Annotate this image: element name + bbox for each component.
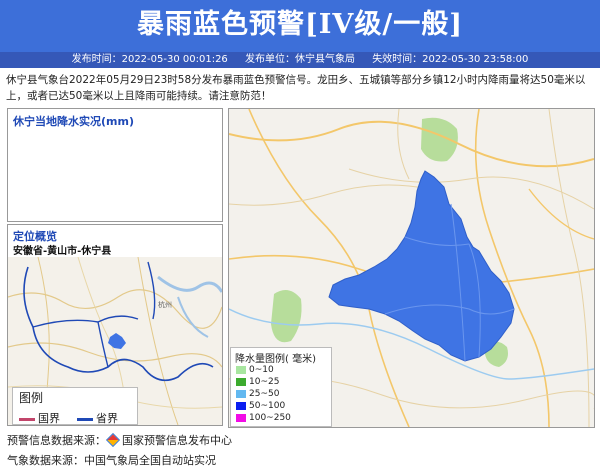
rainfall-swatch <box>236 413 246 422</box>
rainfall-swatch <box>236 365 246 374</box>
location-region: 安徽省-黄山市-休宁县 <box>13 246 112 257</box>
rainfall-legend-row: 25~50 <box>236 389 279 399</box>
overview-legend-title: 图例 <box>19 391 44 405</box>
rainfall-swatch <box>236 377 246 386</box>
rainfall-range-label: 25~50 <box>249 389 280 399</box>
rainfall-legend-title: 降水量图例( 毫米) <box>235 354 316 365</box>
location-overview-panel: 定位概览 安徽省-黄山市-休宁县 杭州 南昌 图例 国界 省界 <box>7 224 223 426</box>
rainfall-legend-row: 10~25 <box>236 377 279 387</box>
warning-center-logo-icon <box>105 432 121 448</box>
legend-item-national: 国界 <box>19 410 60 425</box>
national-border-swatch <box>19 417 35 421</box>
overview-legend: 图例 国界 省界 <box>12 387 138 425</box>
rainfall-legend-row: 0~10 <box>236 365 274 375</box>
warning-banner: 暴雨蓝色预警[IV级/一般] <box>0 0 600 52</box>
legend-label-national: 国界 <box>38 412 60 425</box>
weather-source-line: 气象数据来源：中国气象局全国自动站实况 <box>7 454 216 467</box>
rainfall-legend: 降水量图例( 毫米) 0~10 10~25 25~50 50~100 100~2… <box>230 347 332 427</box>
legend-label-province: 省界 <box>96 412 118 425</box>
rain-panel-title: 休宁当地降水实况(mm) <box>13 115 134 128</box>
warning-source-name: 国家预警信息发布中心 <box>122 434 232 447</box>
svg-text:杭州: 杭州 <box>158 300 172 309</box>
rainfall-range-label: 100~250 <box>249 413 291 423</box>
warning-source-label: 预警信息数据来源： <box>7 434 106 447</box>
rainfall-range-label: 10~25 <box>249 377 280 387</box>
publish-time: 发布时间：2022-05-30 00:01:26 <box>71 54 228 65</box>
rainfall-range-label: 50~100 <box>249 401 286 411</box>
warning-title: 暴雨蓝色预警[IV级/一般] <box>137 9 463 40</box>
rainfall-swatch <box>236 401 246 410</box>
rainfall-swatch <box>236 389 246 398</box>
rainfall-legend-row: 100~250 <box>236 413 291 423</box>
province-border-swatch <box>77 417 93 421</box>
rainfall-legend-row: 50~100 <box>236 401 285 411</box>
warning-description: 休宁县气象台2022年05月29日23时58分发布暴雨蓝色预警信号。龙田乡、五城… <box>6 74 586 102</box>
rainfall-range-label: 0~10 <box>249 365 274 375</box>
rain-observation-panel: 休宁当地降水实况(mm) <box>7 108 223 222</box>
publisher: 发布单位：休宁县气象局 <box>245 54 355 65</box>
warning-source-line: 预警信息数据来源： 国家预警信息发布中心 <box>7 432 232 448</box>
warning-info-bar: 发布时间：2022-05-30 00:01:26 发布单位：休宁县气象局 失效时… <box>0 52 600 68</box>
legend-item-province: 省界 <box>77 410 118 425</box>
expire-time: 失效时间：2022-05-30 23:58:00 <box>372 54 529 65</box>
